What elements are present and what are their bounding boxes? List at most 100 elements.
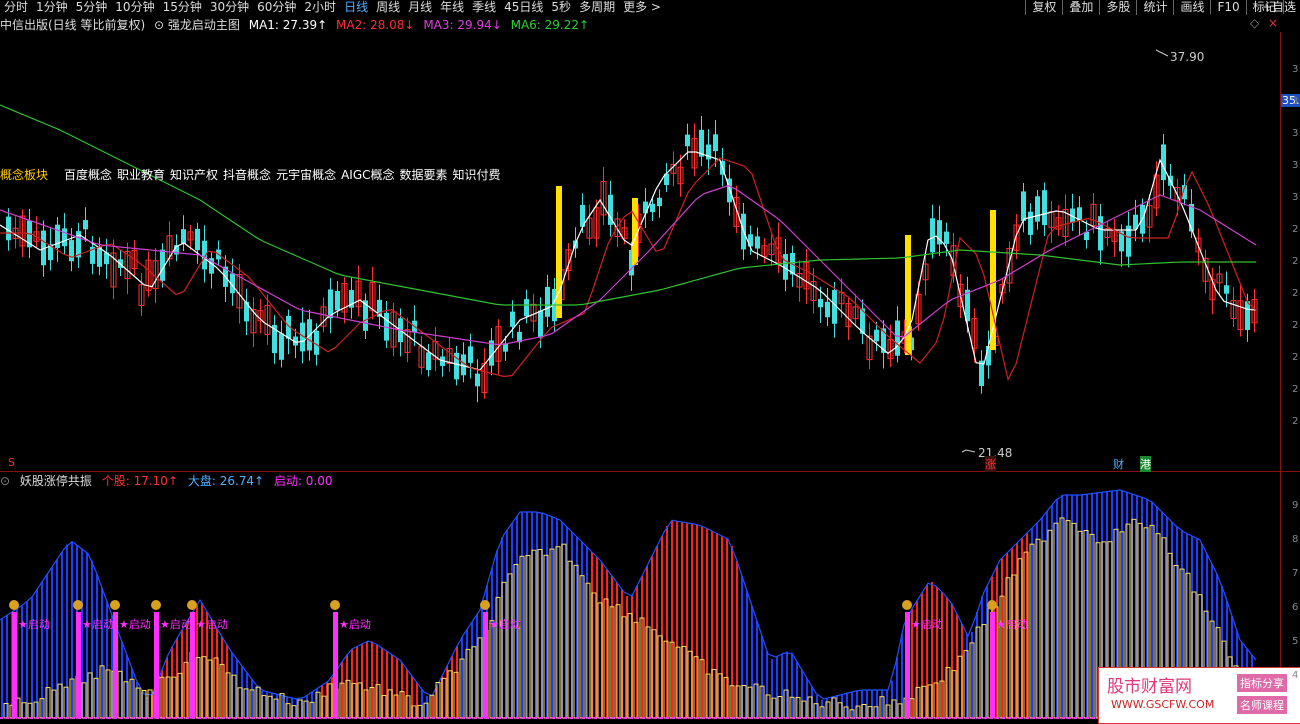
sub-axis-tick: 6 <box>1292 602 1299 613</box>
candle-body <box>650 203 655 213</box>
axis-tick: 2 <box>1292 384 1299 395</box>
candle-body <box>524 299 529 317</box>
candle-body <box>1035 196 1040 222</box>
sub-axis-tick: 4 <box>1292 670 1299 681</box>
signal-label: ★启动 <box>996 618 1028 631</box>
candle-body <box>1028 211 1033 235</box>
watermark-badge-1: 指标分享 <box>1237 674 1287 692</box>
candle-body <box>713 134 718 152</box>
low-pointer <box>961 449 976 453</box>
candle-body <box>657 197 662 207</box>
candle-body <box>1098 216 1103 251</box>
moneybag-icon <box>480 600 490 610</box>
signal-label: ★启动 <box>82 618 114 631</box>
candle-body <box>895 320 900 356</box>
candle-body <box>1042 190 1047 226</box>
sub-indicator-name[interactable]: 妖股涨停共振 <box>20 474 92 488</box>
moneybag-icon <box>73 600 83 610</box>
signal-label: ★启动 <box>196 618 228 631</box>
axis-tick: 3 <box>1292 192 1299 203</box>
axis-tick: 2 <box>1292 352 1299 363</box>
candlestick-chart[interactable]: ★启动 ★启动 ★启动 ★启动 ★启动 ★启动 ★启动 ★启动 ★启动 <box>0 0 1300 722</box>
axis-tick: 3 <box>1292 96 1299 107</box>
signal-bar <box>154 612 159 718</box>
candle-body <box>1021 191 1026 221</box>
candle-body <box>545 286 550 317</box>
limit-up-marker: 涨 <box>985 456 996 472</box>
candle-body <box>83 220 88 230</box>
candle-body <box>510 311 515 327</box>
sub-axis-tick: 5 <box>1292 636 1299 647</box>
sub-axis-tick: 7 <box>1292 568 1299 579</box>
sub-indicator-icon[interactable]: ⊙ <box>0 474 10 488</box>
signal-label: ★启动 <box>18 618 50 631</box>
candle-body <box>944 231 949 244</box>
candle-body <box>874 329 879 342</box>
high-pointer <box>1155 49 1169 57</box>
high-price-label: 37.90 <box>1170 50 1205 64</box>
moneybag-icon <box>987 600 997 610</box>
add-watchlist-button[interactable]: +自选 <box>1262 0 1296 15</box>
geshu-value: 个股: 17.10↑ <box>101 474 179 488</box>
concept-tags: 百度概念 职业教育 知识产权 抖音概念 元宇宙概念 AIGC概念 数据要素 知识付费 <box>64 166 506 183</box>
sub-axis-tick: 9 <box>1292 500 1299 511</box>
candle-body <box>1245 301 1250 331</box>
concept-tag[interactable]: AIGC概念 <box>341 168 394 182</box>
axis-tick: 3 <box>1292 160 1299 171</box>
signal-bar <box>905 612 910 718</box>
finance-marker: 财 <box>1113 458 1124 471</box>
candle-body <box>181 229 186 244</box>
candle-body <box>930 218 935 253</box>
signal-label: ★启动 <box>119 618 151 631</box>
concept-tag[interactable]: 百度概念 <box>64 168 112 182</box>
candle-body <box>538 310 543 338</box>
axis-tick: 3 <box>1292 64 1299 75</box>
signal-bar <box>483 612 488 718</box>
watermark-title: 股市财富网 <box>1107 677 1192 697</box>
limit-up-highlight <box>556 186 562 318</box>
concept-tag[interactable]: 抖音概念 <box>223 168 271 182</box>
signal-bar <box>990 612 995 718</box>
candle-body <box>475 373 480 387</box>
candle-body <box>6 216 11 241</box>
moneybag-icon <box>110 600 120 610</box>
s-marker: S <box>8 456 15 469</box>
signal-label: ★启动 <box>339 618 371 631</box>
signal-label: ★启动 <box>489 618 521 631</box>
limit-up-highlight <box>905 235 911 355</box>
moneybag-icon <box>902 600 912 610</box>
limit-up-highlight <box>632 198 638 265</box>
signal-bar <box>190 612 195 718</box>
qidong-value: 启动: 0.00 <box>273 474 333 488</box>
hk-marker: 港 <box>1140 456 1151 472</box>
signal-bar <box>76 612 81 718</box>
ma2-line <box>0 157 1257 382</box>
candle-body <box>468 346 473 363</box>
concept-tag[interactable]: 知识产权 <box>170 168 218 182</box>
moneybag-icon <box>330 600 340 610</box>
moneybag-icon <box>9 600 19 610</box>
candle-body <box>818 299 823 308</box>
candle-body <box>335 290 340 311</box>
moneybag-icon <box>151 600 161 610</box>
axis-tick: 2 <box>1292 320 1299 331</box>
concept-tag[interactable]: 元宇宙概念 <box>276 168 336 182</box>
watermark-url: WWW.GSCFW.COM <box>1111 698 1215 711</box>
signal-label: ★启动 <box>160 618 192 631</box>
axis-tick: 3 <box>1292 128 1299 139</box>
dapan-value: 大盘: 26.74↑ <box>187 474 265 488</box>
moneybag-icon <box>187 600 197 610</box>
candle-body <box>685 134 690 147</box>
signal-bar <box>333 612 338 718</box>
ma1-line <box>0 151 1257 371</box>
concept-tag[interactable]: 职业教育 <box>117 168 165 182</box>
concept-tag[interactable]: 数据要素 <box>400 168 448 182</box>
candle-body <box>62 228 67 247</box>
sub-indicator-info: ⊙ 妖股涨停共振 个股: 17.10↑ 大盘: 26.74↑ 启动: 0.00 <box>0 472 339 489</box>
axis-tick: 2 <box>1292 256 1299 267</box>
signal-label: ★启动 <box>911 618 943 631</box>
concept-tag[interactable]: 知识付费 <box>453 168 501 182</box>
candle-body <box>1224 285 1229 294</box>
candle-body <box>195 228 200 251</box>
concept-label: 概念板块 <box>0 168 49 182</box>
